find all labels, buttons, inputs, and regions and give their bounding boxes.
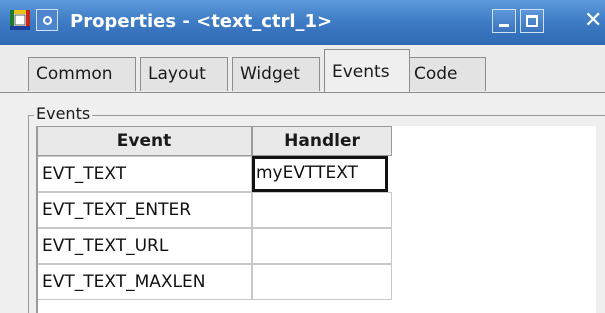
handler-cell[interactable] xyxy=(252,192,392,228)
event-cell[interactable]: EVT_TEXT_ENTER xyxy=(36,192,252,228)
properties-window: Properties - <text_ctrl_1> ✕ Common Layo… xyxy=(0,0,605,313)
maximize-button[interactable] xyxy=(520,9,544,33)
column-header-handler[interactable]: Handler xyxy=(252,126,392,156)
grid-left-border xyxy=(36,126,38,313)
tab-code[interactable]: Code xyxy=(406,57,486,91)
close-button[interactable]: ✕ xyxy=(578,9,605,33)
handler-cell[interactable] xyxy=(252,228,392,264)
tab-widget[interactable]: Widget xyxy=(232,57,320,91)
event-cell[interactable]: EVT_TEXT xyxy=(36,156,252,192)
title-bar[interactable]: Properties - <text_ctrl_1> ✕ xyxy=(0,0,605,45)
app-icon xyxy=(10,10,30,30)
handler-input[interactable]: myEVTTEXT xyxy=(252,156,388,192)
event-cell[interactable]: EVT_TEXT_MAXLEN xyxy=(36,264,252,300)
tab-layout[interactable]: Layout xyxy=(140,57,228,91)
event-cell[interactable]: EVT_TEXT_URL xyxy=(36,228,252,264)
events-group-label: Events xyxy=(34,104,93,124)
system-menu-icon[interactable] xyxy=(36,9,58,31)
handler-cell[interactable] xyxy=(252,264,392,300)
tab-common[interactable]: Common xyxy=(28,57,136,91)
column-header-event[interactable]: Event xyxy=(36,126,252,156)
minimize-button[interactable] xyxy=(492,9,516,33)
tab-events[interactable]: Events xyxy=(324,49,410,92)
window-title: Properties - <text_ctrl_1> xyxy=(70,11,333,32)
